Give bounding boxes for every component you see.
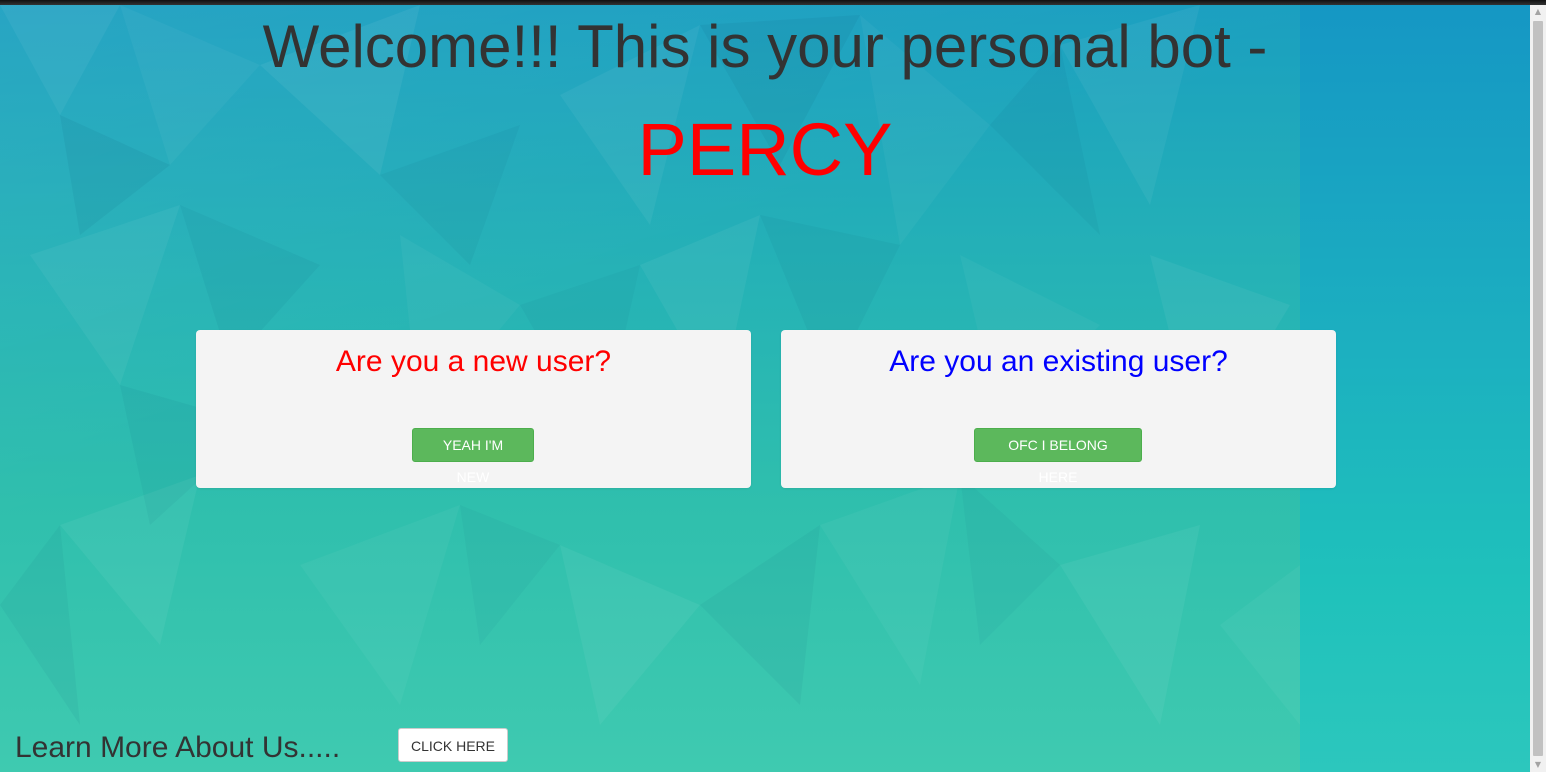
existing-user-panel: Are you an existing user? OFC I BELONG H… [781, 330, 1336, 488]
triangle-up-icon[interactable]: ▲ [1530, 5, 1546, 19]
new-user-question: Are you a new user? [335, 345, 612, 378]
vertical-scrollbar[interactable]: ▲ ▼ [1530, 5, 1546, 772]
new-user-panel: Are you a new user? YEAH I'M NEW [196, 330, 751, 488]
existing-user-button[interactable]: OFC I BELONG HERE [974, 428, 1142, 485]
scrollbar-thumb[interactable] [1533, 21, 1543, 756]
learn-more-text: Learn More About Us..... [15, 731, 341, 764]
triangle-down-icon[interactable]: ▼ [1530, 758, 1546, 772]
existing-user-question: Are you an existing user? [889, 345, 1228, 378]
bot-name: PERCY [637, 108, 893, 191]
welcome-title: Welcome!!! This is your personal bot - [262, 13, 1268, 80]
click-here-button[interactable]: CLICK HERE [398, 728, 508, 762]
new-user-button[interactable]: YEAH I'M NEW [412, 428, 534, 485]
